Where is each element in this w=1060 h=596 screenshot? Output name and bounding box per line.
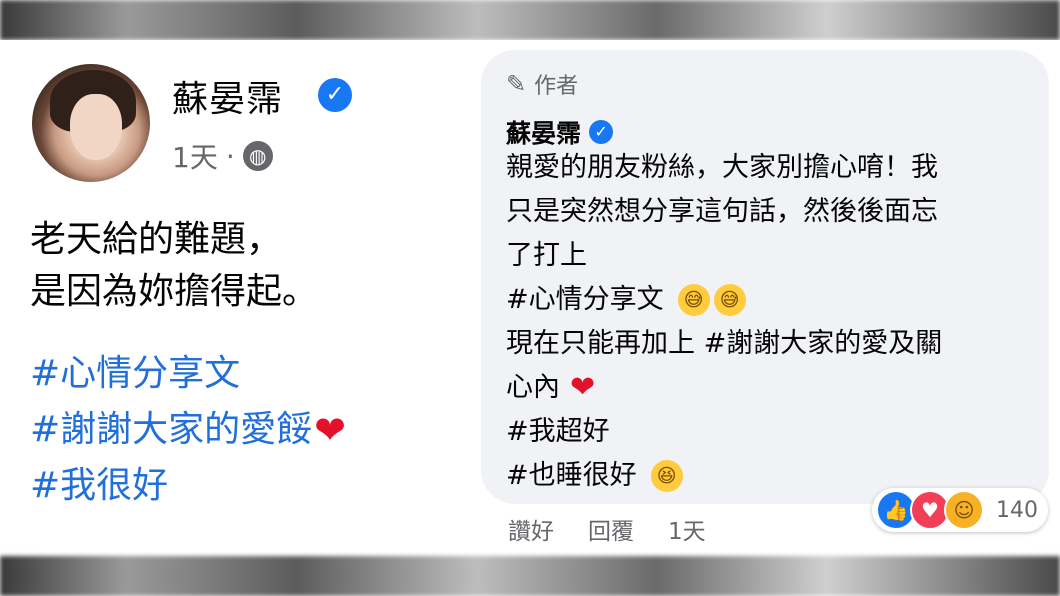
- author-badge-label: 作者: [534, 74, 579, 99]
- verified-badge-icon: ✓: [589, 120, 614, 144]
- comment-author: 蘇晏霈 ✓: [506, 114, 614, 150]
- reply-button[interactable]: 回覆: [588, 512, 634, 546]
- post-text-line: 是因為妳擔得起。: [30, 271, 319, 312]
- comment-author-name[interactable]: 蘇晏霈: [506, 114, 581, 150]
- hashtag-link[interactable]: #我很好: [30, 458, 168, 514]
- comment-text: 親愛的朋友粉絲，大家別擔心唷！我 只是突然想分享這句話，然後後面忘 了打上 #心…: [506, 146, 1036, 498]
- like-button[interactable]: 讚好: [508, 512, 554, 546]
- laughing-emoji: 😆: [650, 460, 683, 492]
- comment-actions: 讚好 回覆 1天: [508, 512, 706, 546]
- comment-line: #心情分享文: [506, 284, 664, 315]
- hashtag-link[interactable]: #心情分享文: [30, 346, 240, 402]
- comment-line: 親愛的朋友粉絲，大家別擔心唷！我: [506, 152, 938, 183]
- comment-line: 心內: [506, 372, 560, 403]
- comment-line: 了打上: [506, 240, 587, 271]
- comment-line: #也睡很好: [506, 460, 637, 491]
- pencil-icon: ✎: [506, 70, 527, 98]
- post-hashtags: #心情分享文 #謝謝大家的愛餒 ❤ #我很好: [30, 346, 346, 514]
- post-text: 老天給的難題， 是因為妳擔得起。: [30, 214, 318, 318]
- globe-icon[interactable]: ◍: [242, 141, 273, 171]
- reaction-summary[interactable]: 👍 ♥ ☺ 140: [872, 488, 1048, 532]
- heart-emoji: ❤: [570, 370, 596, 405]
- comment-line: 只是突然想分享這句話，然後後面忘: [506, 196, 938, 227]
- heart-emoji: ❤: [314, 408, 347, 452]
- blurred-background-top: [0, 0, 1060, 40]
- sweat-smile-emoji: 😅: [713, 284, 746, 316]
- avatar-face: [70, 94, 122, 160]
- comment-line: #我超好: [506, 416, 610, 447]
- comment-line: 現在只能再加上 #謝謝大家的愛及關: [506, 328, 943, 359]
- blurred-background-bottom: [0, 556, 1060, 596]
- post-author-name[interactable]: 蘇晏霈: [172, 70, 283, 122]
- avatar[interactable]: [32, 64, 150, 182]
- verified-badge-icon: ✓: [318, 78, 352, 112]
- hashtag-link[interactable]: #謝謝大家的愛餒: [30, 402, 312, 458]
- meta-separator: ·: [225, 139, 235, 173]
- reaction-count: 140: [996, 497, 1038, 523]
- post-meta: 1天 · ◍: [172, 136, 273, 176]
- sweat-smile-emoji: 😅: [677, 284, 710, 316]
- care-reaction-icon: ☺: [944, 490, 984, 530]
- post-text-line: 老天給的難題，: [30, 219, 283, 260]
- author-badge: ✎ 作者: [506, 68, 578, 100]
- post-time[interactable]: 1天: [172, 136, 218, 176]
- comment-time[interactable]: 1天: [668, 512, 706, 546]
